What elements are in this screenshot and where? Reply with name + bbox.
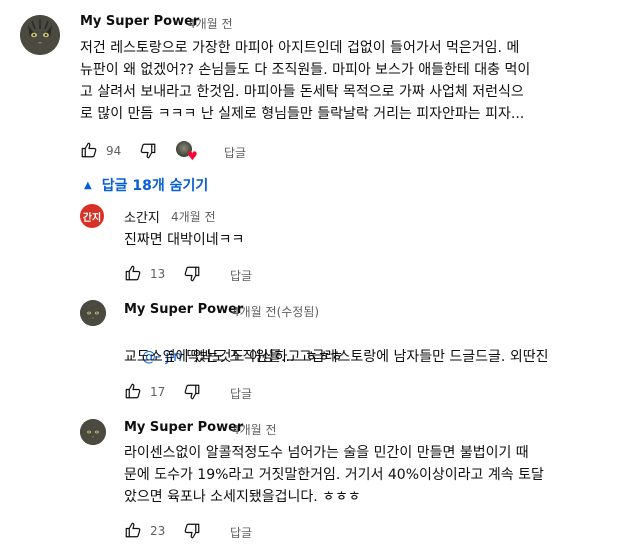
like-icon[interactable] [124,382,142,400]
like-icon[interactable] [124,264,142,282]
reply-author[interactable]: 소간지 [124,207,160,226]
reply-button[interactable]: 답글 [230,524,252,541]
heart-icon: ♥ [187,149,198,163]
comment-author[interactable]: My Super Power [80,14,199,29]
cat-avatar-icon [80,300,106,326]
reply-line: 진짜면 대박이네ㅋㅋ [124,232,245,248]
avatar[interactable] [80,419,106,445]
reply-time[interactable]: 4개월 전(수정됨) [232,303,319,320]
avatar[interactable] [20,15,60,55]
comment-line: 뉴판이 왜 없겠어?? 손님들도 다 조직원들. 마피아 보스가 애들한테 대충… [80,62,531,78]
like-count: 17 [150,385,166,399]
reply-button[interactable]: 답글 [230,385,252,402]
like-count: 94 [106,144,122,158]
caret-up-icon: ▲ [84,179,92,191]
hide-replies-label: 답글 18개 숨기기 [101,178,209,194]
cat-avatar-icon [80,419,106,445]
reply-line: 교도소옆에 있는것도 이상하고 ㅎㅎㅎ [124,349,344,365]
dislike-icon[interactable] [183,383,201,401]
reply-author[interactable]: My Super Power [124,420,243,435]
avatar[interactable]: 간지 [80,204,104,228]
hide-replies-toggle[interactable]: ▲ 답글 18개 숨기기 [84,175,208,195]
comment-time[interactable]: 4개월 전 [188,15,233,32]
comments-section: My Super Power 4개월 전 저건 레스토랑으로 가장한 마피아 아… [0,0,625,544]
dislike-icon[interactable] [183,522,201,540]
reply-button[interactable]: 답글 [230,267,252,284]
comment-line: 로 많이 만듬 ㅋㅋㅋ 난 실제로 형님들만 들락날락 거리는 피자안파는 피자… [80,106,525,122]
comment-line: 고 살려서 보내라고 한것임. 마피아들 돈세탁 목적으로 가짜 사업체 저런식… [80,84,524,100]
dislike-icon[interactable] [183,265,201,283]
like-icon[interactable] [80,141,98,159]
dislike-icon[interactable] [139,142,157,160]
like-count: 23 [150,524,166,538]
reply-time[interactable]: 4개월 전 [232,421,277,438]
avatar[interactable] [80,300,106,326]
reply-button[interactable]: 답글 [224,144,246,161]
comment-line: 저건 레스토랑으로 가장한 마피아 아지트인데 겁없이 들어가서 먹은거임. 메 [80,40,520,56]
reply-line: 았으면 육포나 소세지됐을겁니다. ㅎㅎㅎ [124,489,361,505]
reply-line: 라이센스없이 알콜적정도수 넘어가는 술을 민간이 만들면 불법이기 때 [124,445,529,461]
reply-time[interactable]: 4개월 전 [171,208,216,225]
like-icon[interactable] [124,521,142,539]
reply-line: 문에 도수가 19%라고 거짓말한거임. 거기서 40%이상이라고 계속 토달 [124,467,544,483]
like-count: 13 [150,267,166,281]
cat-avatar-icon [20,15,60,55]
reply-author[interactable]: My Super Power [124,302,243,317]
